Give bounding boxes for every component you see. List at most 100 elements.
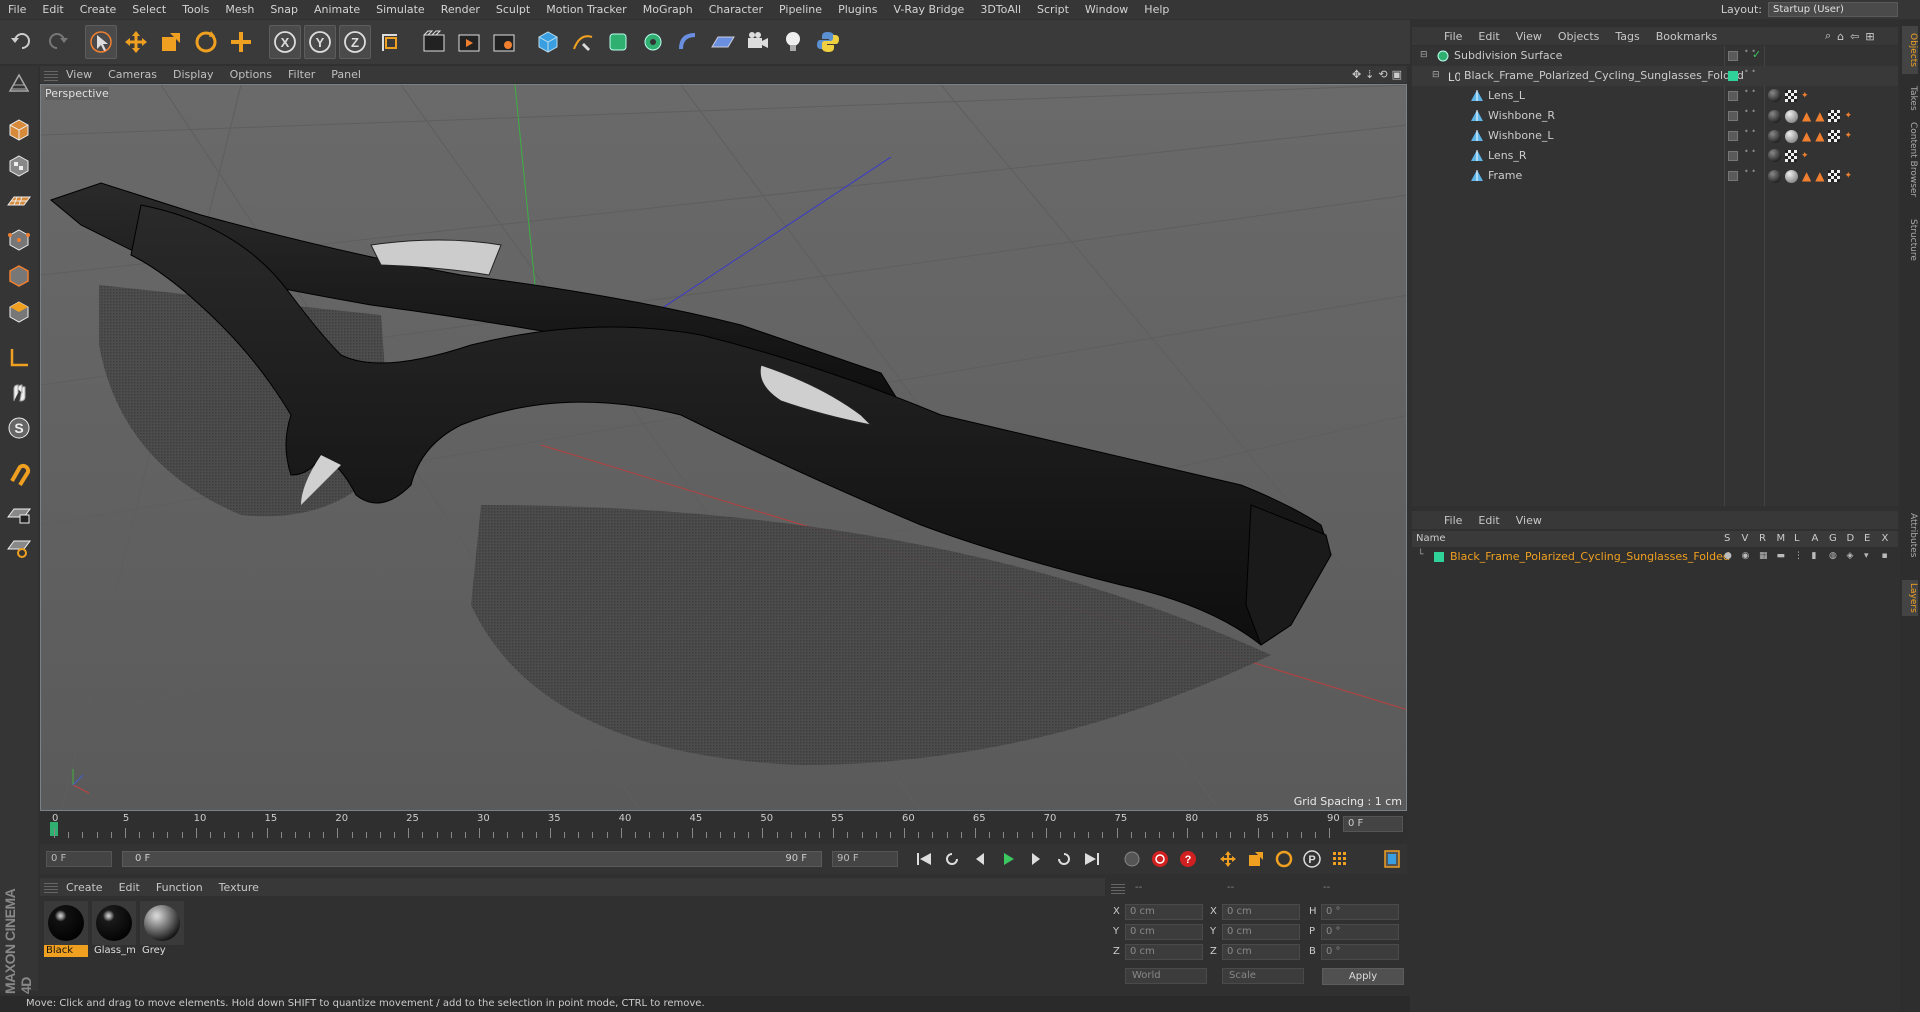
side-tab-attributes[interactable]: Attributes [1902,500,1918,570]
autokey-icon[interactable] [1148,848,1172,870]
menu-mesh[interactable]: Mesh [217,3,262,16]
expand-icon[interactable]: ⊟ [1432,70,1440,80]
tweak-mode-icon[interactable] [3,376,35,408]
material-tag-icon[interactable] [1768,149,1781,162]
previous-frame-icon[interactable] [968,848,992,870]
material-tag-icon[interactable] [1768,129,1781,143]
menu-character[interactable]: Character [701,3,771,16]
material-tag-icon[interactable] [1785,129,1798,143]
layer-column-e[interactable]: E [1864,533,1870,544]
material-swatch[interactable]: Black [44,901,88,957]
pos-y-field[interactable]: 0 cm [1125,924,1203,940]
menu-window[interactable]: Window [1077,3,1136,16]
object-menu-bookmarks[interactable]: Bookmarks [1648,30,1725,43]
menu-simulate[interactable]: Simulate [368,3,433,16]
polygon-selection-tag-icon[interactable]: ▲ [1815,169,1824,183]
side-tab-content-browser[interactable]: Content Browser [1902,120,1918,200]
layer-menu-view[interactable]: View [1508,514,1550,527]
layer-row[interactable]: └ Black_Frame_Polarized_Cycling_Sunglasse… [1412,548,1898,566]
points-mode-icon[interactable] [3,224,35,256]
dolly-view-icon[interactable]: ⇣ [1365,68,1374,81]
menu-v-ray-bridge[interactable]: V-Ray Bridge [885,3,972,16]
object-row[interactable]: Frame • • ▲ ▲ ✦ [1412,166,1898,186]
key-rotation-icon[interactable] [1272,848,1296,870]
object-menu-edit[interactable]: Edit [1470,30,1507,43]
redo-icon[interactable] [41,25,73,59]
undo-icon[interactable] [6,25,38,59]
menu-sculpt[interactable]: Sculpt [488,3,538,16]
move-view-icon[interactable]: ✥ [1352,68,1361,81]
material-tag-icon[interactable] [1768,109,1781,123]
visibility-toggle[interactable] [1728,51,1738,61]
magnet-icon[interactable] [3,458,35,490]
size-y-field[interactable]: 0 cm [1222,924,1300,940]
material-tag-icon[interactable] [1785,109,1798,123]
render-view-icon[interactable] [418,25,450,59]
uvw-tag-icon[interactable] [1828,130,1841,142]
selection-tag-icon[interactable]: ✦ [1801,151,1809,161]
rotate-view-icon[interactable]: ⟲ [1378,68,1387,81]
visibility-toggle[interactable] [1728,91,1738,101]
edges-mode-icon[interactable] [3,260,35,292]
layer-column-a[interactable]: A [1812,533,1819,544]
visibility-toggle[interactable] [1728,171,1738,181]
visibility-toggle[interactable] [1728,151,1738,161]
new-window-icon[interactable]: ⊞ [1865,30,1874,43]
object-menu-tags[interactable]: Tags [1607,30,1647,43]
animation-icon[interactable]: ▮ [1812,551,1822,561]
polygon-selection-tag-icon[interactable]: ▲ [1815,129,1824,143]
render-toggle-dots[interactable]: • • [1744,168,1756,176]
search-icon[interactable]: ⌕ [1825,29,1831,43]
key-position-icon[interactable] [1216,848,1240,870]
layer-color-chip[interactable] [1434,552,1444,562]
coordinate-space-dropdown[interactable]: World [1125,968,1207,984]
side-tab-structure[interactable]: Structure [1902,210,1918,270]
polygon-selection-tag-icon[interactable]: ▲ [1802,129,1811,143]
enabled-check-icon[interactable]: ✓ [1752,48,1761,61]
layer-column-g[interactable]: G [1829,533,1837,544]
next-key-icon[interactable] [1052,848,1076,870]
layer-menu-file[interactable]: File [1436,514,1470,527]
size-x-field[interactable]: 0 cm [1222,904,1300,920]
selection-tag-icon[interactable]: ✦ [1844,171,1852,181]
python-icon[interactable] [812,25,844,59]
viewport-menu-view[interactable]: View [58,68,100,81]
side-tab-takes[interactable]: Takes [1902,80,1918,116]
menu-select[interactable]: Select [124,3,174,16]
deformer-icon[interactable] [672,25,704,59]
object-row[interactable]: Lens_R • • ✦ [1412,146,1898,166]
material-menu-edit[interactable]: Edit [111,881,148,894]
visible-icon[interactable]: ◉ [1742,551,1752,561]
layer-column-name[interactable]: Name [1416,533,1446,544]
uvw-tag-icon[interactable] [1785,89,1797,102]
manager-icon[interactable]: ▬ [1777,551,1787,561]
menu-motion-tracker[interactable]: Motion Tracker [538,3,634,16]
side-tab-objects[interactable]: Objects [1902,26,1918,74]
rot-b-field[interactable]: 0 ° [1321,944,1399,960]
workplane-lock-icon[interactable] [3,498,35,530]
back-icon[interactable]: ⇦ [1850,30,1859,43]
key-scale-icon[interactable] [1244,848,1268,870]
key-parameter-icon[interactable]: P [1300,848,1324,870]
render-toggle-dots[interactable]: • • [1744,108,1756,116]
locked-icon[interactable]: ⋮ [1794,551,1804,561]
visibility-toggle[interactable] [1728,111,1738,121]
menu-edit[interactable]: Edit [34,3,71,16]
render-toggle-dots[interactable]: • • [1744,88,1756,96]
layer-column-r[interactable]: R [1759,533,1766,544]
x-axis-icon[interactable]: X [269,25,301,59]
go-to-end-icon[interactable] [1080,848,1104,870]
next-frame-icon[interactable] [1024,848,1048,870]
expand-icon[interactable]: ⊟ [1420,50,1428,60]
add-icon[interactable] [225,25,257,59]
menu-3dtoall[interactable]: 3DToAll [972,3,1029,16]
menu-tools[interactable]: Tools [174,3,217,16]
maximize-view-icon[interactable]: ▣ [1392,68,1402,81]
layer-column-m[interactable]: M [1777,533,1786,544]
camera-icon[interactable] [742,25,774,59]
start-frame-field[interactable]: 0 F [46,851,112,867]
menu-animate[interactable]: Animate [306,3,368,16]
y-axis-icon[interactable]: Y [304,25,336,59]
record-key-icon[interactable] [1120,848,1144,870]
material-menu-texture[interactable]: Texture [211,881,267,894]
